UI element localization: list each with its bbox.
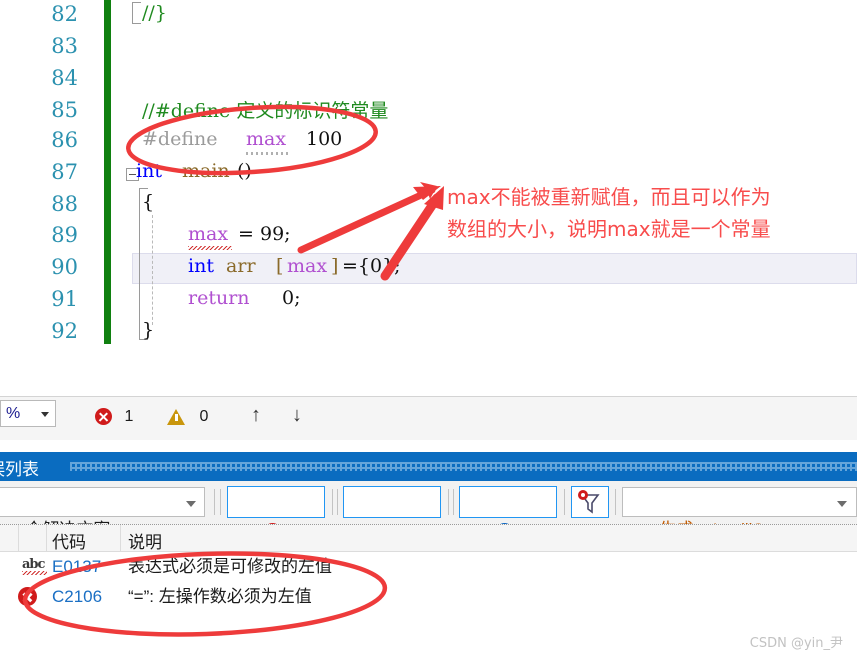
error-description: 表达式必须是可修改的左值 bbox=[128, 557, 332, 576]
status-warning-count-value: 0 bbox=[199, 408, 209, 425]
line-number: 86 bbox=[51, 128, 78, 152]
annotation-note-line1: max不能被重新赋值，而且可以作为 bbox=[447, 185, 771, 209]
unsaved-changes-bar bbox=[104, 0, 111, 344]
table-row[interactable]: C2106 “=”: 左操作数必须为左值 bbox=[0, 582, 857, 611]
code-token-expression: 0; bbox=[276, 287, 301, 309]
code-token-keyword: int bbox=[136, 160, 162, 182]
column-divider bbox=[18, 525, 19, 553]
toolbar-separator bbox=[214, 489, 215, 515]
visual-studio-screenshot: 82 83 84 85 86 87 88 89 90 91 92 //} //#… bbox=[0, 0, 857, 661]
code-token-keyword-return: return bbox=[188, 287, 250, 309]
code-token-brace: { bbox=[142, 191, 155, 213]
zoom-level-combo[interactable]: % bbox=[0, 400, 56, 427]
chevron-down-icon bbox=[186, 501, 196, 507]
error-icon bbox=[95, 408, 112, 425]
line-number: 91 bbox=[51, 287, 78, 311]
line-number-gutter: 82 83 84 85 86 87 88 89 90 91 92 bbox=[0, 0, 100, 396]
code-token-macro: max bbox=[287, 255, 328, 277]
error-description: “=”: 左操作数必须为左值 bbox=[128, 587, 312, 606]
annotation-note-line2: 数组的大小，说明max就是一个常量 bbox=[447, 217, 771, 241]
filter-funnel-icon bbox=[578, 490, 600, 514]
code-token-parens: () bbox=[237, 160, 252, 182]
line-number: 85 bbox=[51, 98, 78, 122]
csdn-watermark: CSDN @yin_尹 bbox=[749, 636, 843, 651]
warnings-toggle-button[interactable]: 警告 0 bbox=[343, 486, 441, 571]
code-token-bracket: [ bbox=[276, 255, 284, 277]
arrow-down-icon: ↓ bbox=[292, 404, 302, 426]
scope-filter-combo[interactable]: 个解决方案 bbox=[0, 487, 205, 539]
error-list-toolbar: 个解决方案 错误 2 警告 0 消息 0 bbox=[0, 481, 857, 571]
error-list-header: 代码 说明 bbox=[0, 524, 857, 553]
toolbar-separator bbox=[453, 489, 454, 515]
previous-error-button[interactable]: ↑ bbox=[251, 404, 261, 426]
chevron-down-icon bbox=[837, 501, 847, 507]
line-number: 89 bbox=[51, 223, 78, 247]
error-code: E0137 bbox=[52, 557, 102, 576]
code-token-function: main bbox=[182, 160, 230, 182]
code-token-keyword: int bbox=[188, 255, 214, 277]
squiggle-underline bbox=[22, 571, 47, 575]
toolbar-separator bbox=[332, 489, 333, 515]
column-header-code[interactable]: 代码 bbox=[52, 528, 86, 553]
table-row[interactable]: abc E0137 表达式必须是可修改的左值 bbox=[0, 552, 857, 581]
arrow-up-icon: ↑ bbox=[251, 404, 261, 426]
error-squiggle bbox=[188, 246, 232, 250]
build-filter-combo[interactable]: 生成 + IntelliSense bbox=[622, 487, 857, 539]
code-token-macro: max bbox=[188, 223, 229, 245]
toolbar-separator bbox=[337, 489, 338, 515]
code-token-brace: } bbox=[142, 319, 155, 341]
code-token-identifier: arr bbox=[220, 255, 256, 277]
column-divider bbox=[120, 525, 121, 553]
line-number: 84 bbox=[51, 66, 78, 90]
code-token-expression: = 99; bbox=[232, 223, 291, 245]
next-error-button[interactable]: ↓ bbox=[292, 404, 302, 426]
line-number: 87 bbox=[51, 160, 78, 184]
toolbar-separator bbox=[615, 489, 616, 515]
panel-drag-grip[interactable] bbox=[70, 462, 857, 471]
zoom-level-value: % bbox=[6, 405, 21, 422]
line-number: 82 bbox=[51, 2, 78, 26]
macro-dot-underline bbox=[246, 152, 288, 155]
messages-toggle-button[interactable]: 消息 0 bbox=[459, 486, 557, 571]
line-number: 92 bbox=[51, 319, 78, 343]
status-error-count-value: 1 bbox=[124, 408, 134, 425]
warning-icon bbox=[167, 409, 185, 425]
error-list-title-bar[interactable]: 误列表 bbox=[0, 452, 857, 481]
intellisense-squiggle-icon: abc bbox=[22, 557, 48, 575]
error-icon bbox=[18, 587, 37, 606]
editor-status-bar: % 1 0 ↑ ↓ bbox=[0, 396, 857, 440]
code-token-macro: max bbox=[246, 128, 287, 150]
line-number: 90 bbox=[51, 255, 78, 279]
column-divider bbox=[46, 525, 47, 553]
filter-button[interactable] bbox=[571, 486, 609, 518]
code-token-number: 100 bbox=[306, 128, 343, 150]
chevron-down-icon bbox=[41, 412, 49, 417]
panel-title-text: 误列表 bbox=[0, 460, 39, 480]
code-token-preprocessor: #define bbox=[142, 128, 218, 150]
code-token-comment: //} bbox=[142, 2, 167, 24]
error-list-grid[interactable]: abc E0137 表达式必须是可修改的左值 C2106 “=”: 左操作数必须… bbox=[0, 551, 857, 661]
toolbar-separator bbox=[564, 489, 565, 515]
error-code: C2106 bbox=[52, 587, 103, 606]
code-token-initializer: ={0}; bbox=[342, 255, 401, 277]
status-warning-count[interactable]: 0 bbox=[167, 406, 208, 429]
line-number: 83 bbox=[51, 34, 78, 58]
code-editor[interactable]: 82 83 84 85 86 87 88 89 90 91 92 //} //#… bbox=[0, 0, 857, 396]
code-token-comment: //#define 定义的标识符常量 bbox=[142, 100, 389, 122]
code-token-bracket: ] bbox=[331, 255, 339, 277]
status-error-count[interactable]: 1 bbox=[95, 406, 133, 429]
column-header-description[interactable]: 说明 bbox=[128, 528, 162, 553]
line-number: 88 bbox=[51, 192, 78, 216]
toolbar-separator bbox=[220, 489, 221, 515]
toolbar-separator bbox=[448, 489, 449, 515]
errors-toggle-button[interactable]: 错误 2 bbox=[227, 486, 325, 571]
